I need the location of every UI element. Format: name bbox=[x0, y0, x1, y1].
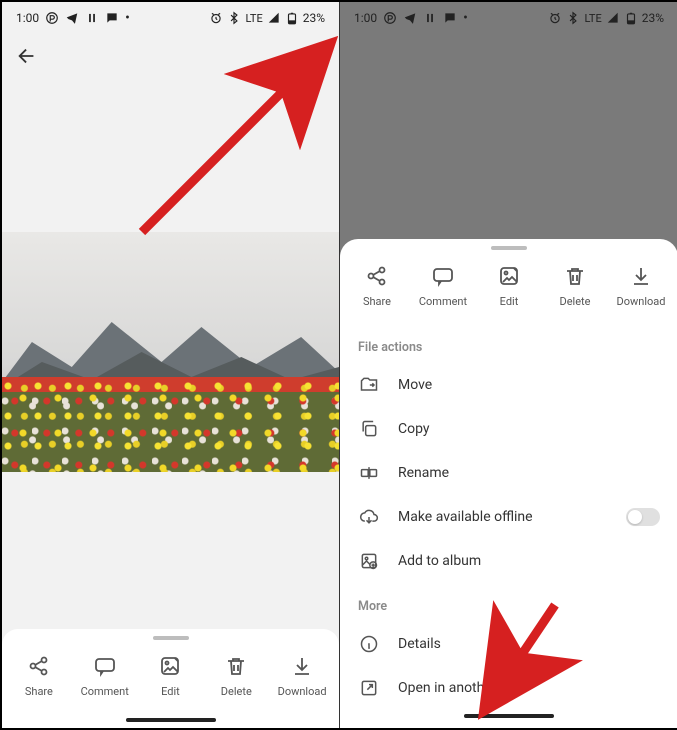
share-icon bbox=[26, 653, 52, 679]
bottom-action-bar: Share Comment Edit Delete Download bbox=[2, 629, 339, 728]
telegram-icon bbox=[403, 11, 417, 25]
screen-photo-viewer: 1:00 • LTE 23% bbox=[2, 2, 340, 728]
notification-icon bbox=[45, 11, 59, 25]
delete-label: Delete bbox=[560, 295, 591, 308]
pause-icon bbox=[85, 11, 99, 25]
message-icon bbox=[105, 11, 119, 25]
comment-button[interactable]: Comment bbox=[413, 263, 473, 308]
download-label: Download bbox=[617, 295, 666, 308]
offline-label: Make available offline bbox=[398, 509, 608, 525]
comment-button[interactable]: Comment bbox=[75, 653, 135, 698]
download-icon bbox=[628, 263, 654, 289]
annotation-arrow-overflow bbox=[122, 62, 322, 242]
share-button[interactable]: Share bbox=[347, 263, 407, 308]
rename-label: Rename bbox=[398, 465, 660, 481]
comment-icon bbox=[92, 653, 118, 679]
delete-icon bbox=[223, 653, 249, 679]
edit-icon bbox=[496, 263, 522, 289]
move-item[interactable]: Move bbox=[340, 363, 677, 407]
add-album-label: Add to album bbox=[398, 553, 660, 569]
nav-bar bbox=[340, 710, 677, 724]
status-time: 1:00 bbox=[354, 11, 377, 25]
notification-icon bbox=[383, 11, 397, 25]
comment-icon bbox=[430, 263, 456, 289]
battery-percent: 23% bbox=[303, 11, 325, 25]
edit-label: Edit bbox=[161, 685, 180, 698]
add-album-item[interactable]: Add to album bbox=[340, 539, 677, 583]
copy-label: Copy bbox=[398, 421, 660, 437]
share-label: Share bbox=[25, 685, 53, 698]
offline-toggle[interactable] bbox=[626, 508, 660, 526]
offline-item[interactable]: Make available offline bbox=[340, 495, 677, 539]
top-appbar bbox=[2, 34, 339, 82]
alarm-icon bbox=[548, 11, 562, 25]
copy-item[interactable]: Copy bbox=[340, 407, 677, 451]
status-bar: 1:00 • LTE 23% bbox=[340, 2, 677, 34]
share-icon bbox=[364, 263, 390, 289]
action-bottom-sheet: Share Comment Edit Delete Download File … bbox=[340, 239, 677, 728]
cloud-download-icon bbox=[358, 506, 380, 528]
rename-item[interactable]: Rename bbox=[340, 451, 677, 495]
message-icon bbox=[443, 11, 457, 25]
signal-icon bbox=[267, 11, 281, 25]
rename-icon bbox=[358, 462, 380, 484]
add-album-icon bbox=[358, 550, 380, 572]
bluetooth-icon bbox=[227, 11, 241, 25]
open-external-item[interactable]: Open in another app bbox=[340, 666, 677, 710]
info-icon bbox=[358, 633, 380, 655]
status-bar: 1:00 • LTE 23% bbox=[2, 2, 339, 34]
status-time: 1:00 bbox=[16, 11, 39, 25]
open-external-label: Open in another app bbox=[398, 680, 660, 696]
delete-label: Delete bbox=[221, 685, 252, 698]
delete-icon bbox=[562, 263, 588, 289]
network-type: LTE bbox=[584, 12, 601, 25]
back-button[interactable] bbox=[16, 45, 38, 71]
signal-icon bbox=[606, 11, 620, 25]
edit-icon bbox=[157, 653, 183, 679]
comment-label: Comment bbox=[419, 295, 467, 308]
download-button[interactable]: Download bbox=[611, 263, 671, 308]
screen-action-sheet: 1:00 • LTE 23% Share Comment bbox=[340, 2, 677, 728]
more-header: More bbox=[340, 583, 677, 622]
share-button[interactable]: Share bbox=[9, 653, 69, 698]
network-type: LTE bbox=[245, 12, 262, 25]
telegram-icon bbox=[65, 11, 79, 25]
move-icon bbox=[358, 374, 380, 396]
copy-icon bbox=[358, 418, 380, 440]
pause-icon bbox=[423, 11, 437, 25]
battery-icon bbox=[624, 11, 638, 25]
edit-button[interactable]: Edit bbox=[479, 263, 539, 308]
alarm-icon bbox=[209, 11, 223, 25]
bluetooth-icon bbox=[566, 11, 580, 25]
more-notifications-dot: • bbox=[125, 11, 130, 25]
download-button[interactable]: Download bbox=[272, 653, 332, 698]
share-label: Share bbox=[363, 295, 391, 308]
edit-label: Edit bbox=[500, 295, 519, 308]
file-actions-header: File actions bbox=[340, 324, 677, 363]
drag-handle[interactable] bbox=[491, 246, 527, 250]
more-notifications-dot: • bbox=[463, 11, 468, 25]
delete-button[interactable]: Delete bbox=[206, 653, 266, 698]
comment-label: Comment bbox=[81, 685, 129, 698]
photo-preview[interactable] bbox=[2, 232, 339, 472]
edit-button[interactable]: Edit bbox=[140, 653, 200, 698]
battery-percent: 23% bbox=[642, 11, 664, 25]
drag-handle[interactable] bbox=[153, 636, 189, 640]
nav-bar bbox=[2, 714, 339, 728]
details-label: Details bbox=[398, 636, 660, 652]
details-item[interactable]: Details bbox=[340, 622, 677, 666]
delete-button[interactable]: Delete bbox=[545, 263, 605, 308]
move-label: Move bbox=[398, 377, 660, 393]
external-link-icon bbox=[358, 677, 380, 699]
download-label: Download bbox=[278, 685, 327, 698]
download-icon bbox=[289, 653, 315, 679]
battery-icon bbox=[285, 11, 299, 25]
overflow-menu-button[interactable] bbox=[303, 45, 325, 71]
